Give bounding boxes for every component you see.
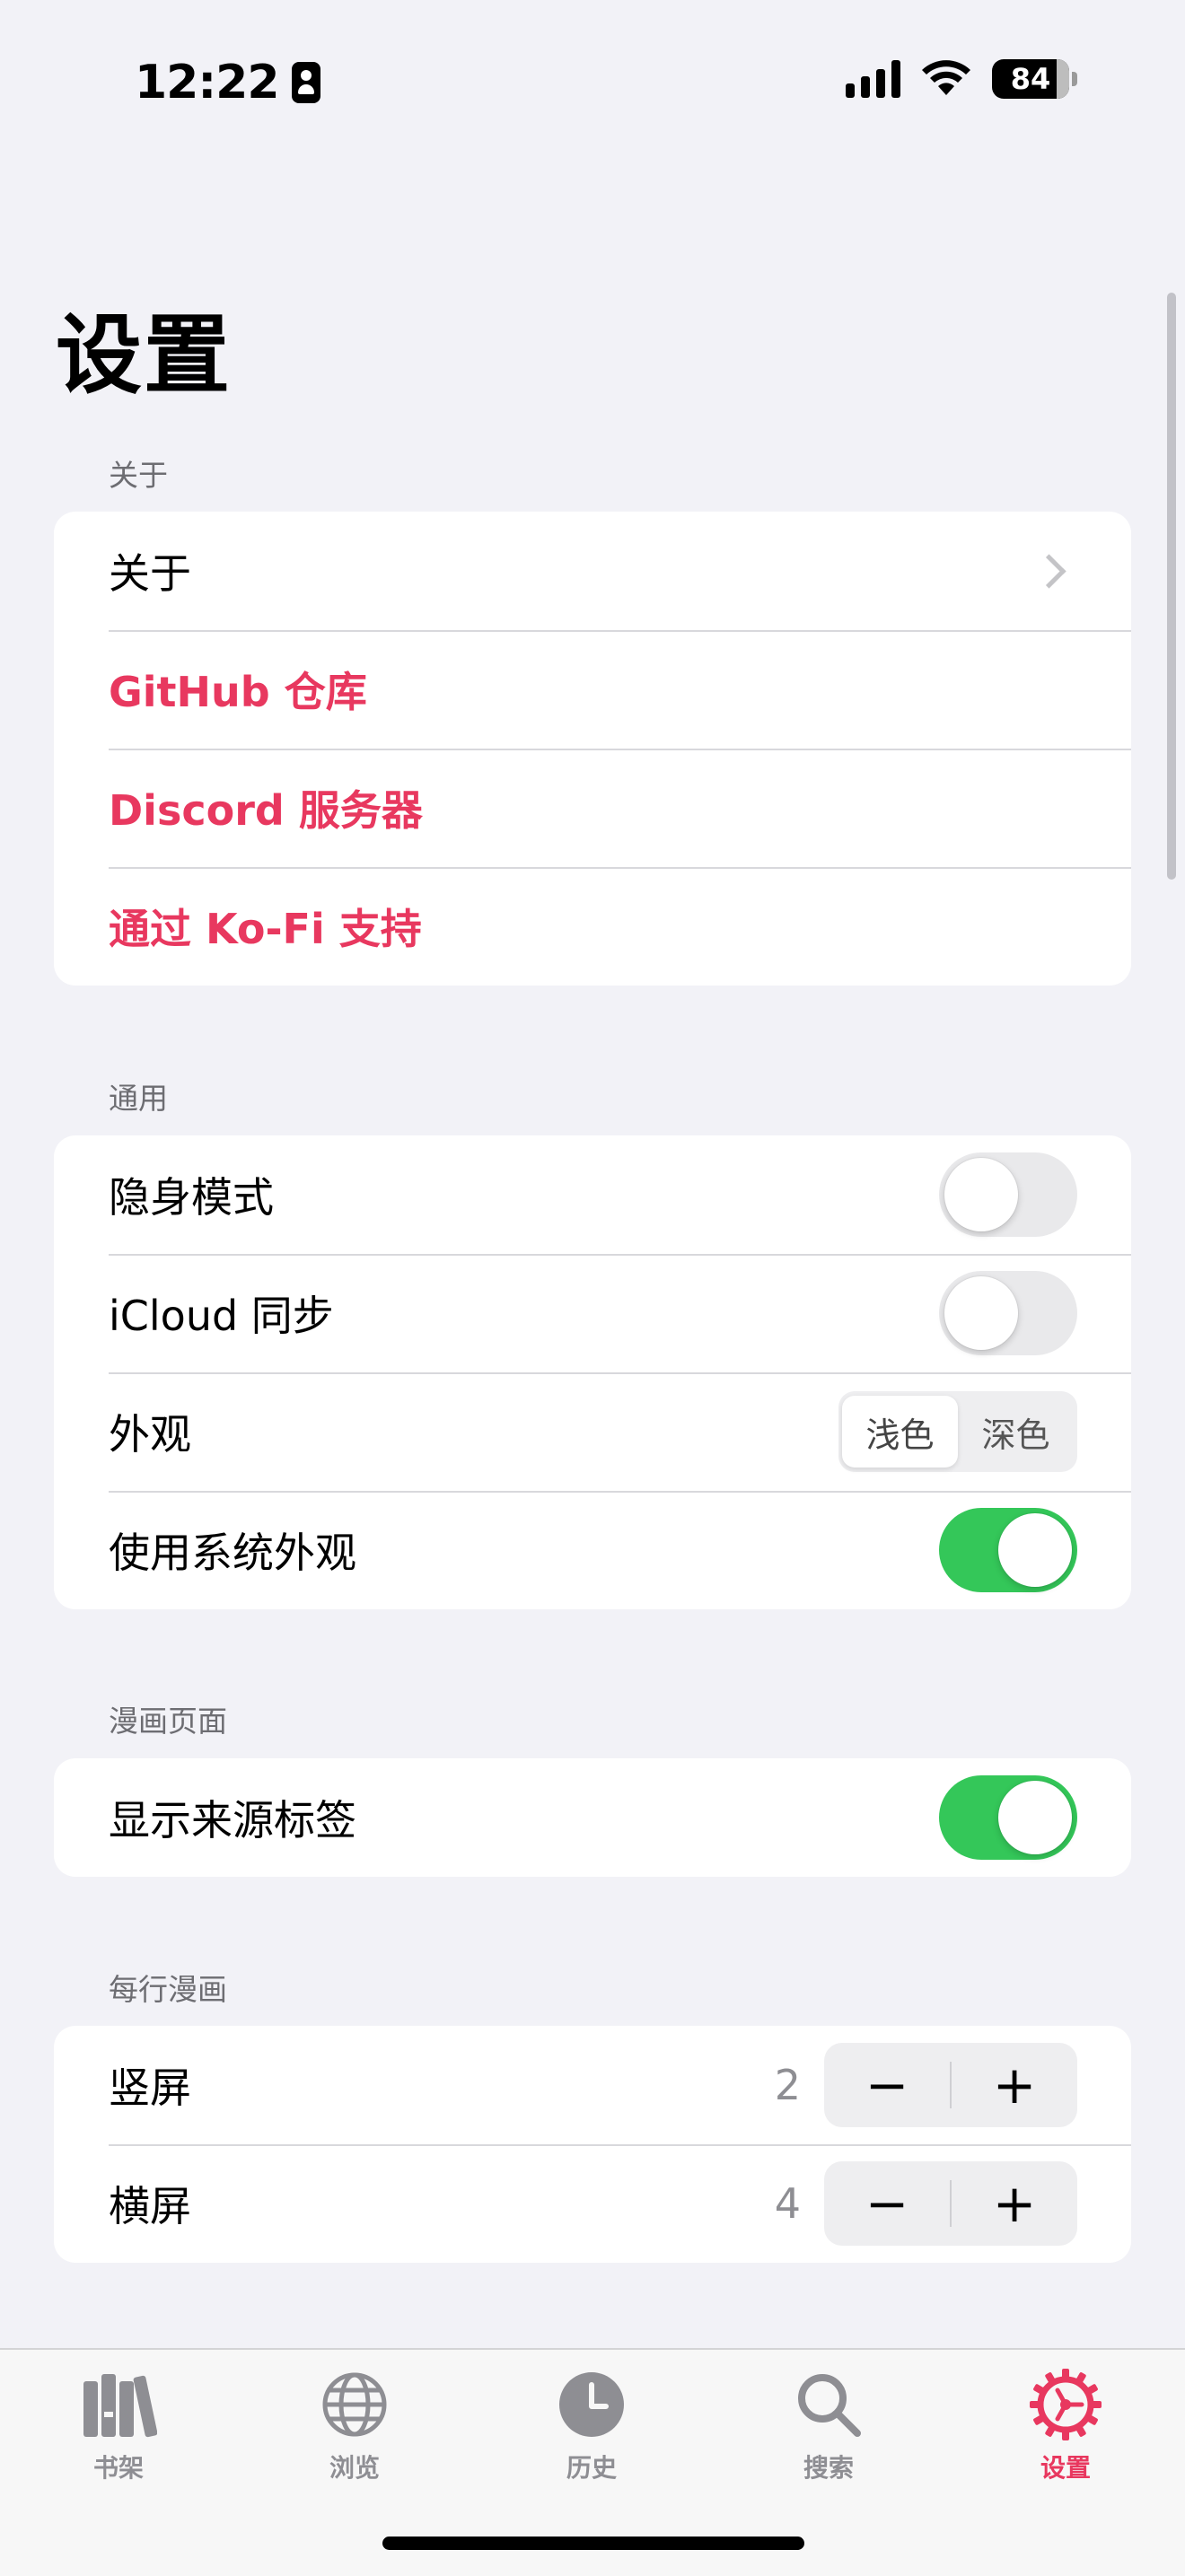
search-icon	[790, 2366, 867, 2443]
chevron-right-icon	[1031, 553, 1066, 589]
show-source-label-label: 显示来源标签	[109, 1796, 356, 1844]
portrait-value: 2	[774, 2061, 801, 2109]
clock-icon	[553, 2366, 630, 2443]
incognito-row: 隐身模式	[54, 1135, 1131, 1254]
tab-history[interactable]: 历史	[520, 2366, 663, 2484]
icloud-sync-label: iCloud 同步	[109, 1292, 334, 1340]
show-source-label-row: 显示来源标签	[54, 1758, 1131, 1877]
landscape-increment-button[interactable]: +	[952, 2161, 1077, 2246]
manga-page-group: 显示来源标签	[54, 1758, 1131, 1877]
show-source-label-toggle[interactable]	[939, 1775, 1077, 1860]
discord-server-label: Discord 服务器	[109, 786, 423, 835]
portrait-label: 竖屏	[109, 2063, 191, 2112]
library-icon	[80, 2366, 157, 2443]
scroll-indicator[interactable]	[1167, 293, 1176, 880]
general-group: 隐身模式 iCloud 同步 外观 浅色 深色 使用系统外观	[54, 1135, 1131, 1609]
tab-label-browse: 浏览	[329, 2453, 380, 2483]
battery-level: 84	[1010, 62, 1051, 96]
system-appearance-row: 使用系统外观	[54, 1491, 1131, 1609]
about-row[interactable]: 关于	[54, 512, 1131, 630]
page-title: 设置	[56, 305, 232, 406]
tab-browse[interactable]: 浏览	[283, 2366, 426, 2484]
gear-icon	[1027, 2366, 1104, 2443]
battery-icon: 84	[992, 59, 1077, 99]
appearance-row: 外观 浅色 深色	[54, 1372, 1131, 1491]
system-appearance-toggle[interactable]	[939, 1508, 1077, 1592]
globe-icon	[316, 2366, 393, 2443]
segment-dark[interactable]: 深色	[958, 1396, 1074, 1468]
landscape-stepper: − +	[824, 2161, 1077, 2246]
system-appearance-label: 使用系统外观	[109, 1529, 356, 1577]
cellular-signal-icon	[846, 60, 900, 98]
discord-server-link[interactable]: Discord 服务器	[54, 749, 1131, 867]
portrait-stepper: − +	[824, 2043, 1077, 2127]
landscape-decrement-button[interactable]: −	[824, 2161, 950, 2246]
section-header-general: 通用	[109, 1081, 168, 1116]
kofi-support-link[interactable]: 通过 Ko-Fi 支持	[54, 867, 1131, 986]
appearance-segmented-control: 浅色 深色	[838, 1391, 1077, 1472]
landscape-value: 4	[774, 2179, 801, 2228]
section-header-about: 关于	[109, 458, 168, 493]
tab-search[interactable]: 搜索	[757, 2366, 900, 2484]
icloud-sync-toggle[interactable]	[939, 1271, 1077, 1355]
about-label: 关于	[109, 549, 191, 598]
home-indicator[interactable]	[382, 2537, 804, 2550]
wifi-icon	[922, 60, 970, 95]
tab-label-library: 书架	[92, 2453, 144, 2483]
landscape-row: 横屏 4 − +	[54, 2144, 1131, 2263]
tab-library[interactable]: 书架	[47, 2366, 190, 2484]
tab-label-settings: 设置	[1040, 2453, 1091, 2483]
portrait-row: 竖屏 2 − +	[54, 2026, 1131, 2144]
segment-light[interactable]: 浅色	[842, 1396, 958, 1468]
section-header-per-row: 每行漫画	[109, 1972, 227, 2007]
status-time: 12:22	[135, 56, 280, 110]
about-group: 关于 GitHub 仓库 Discord 服务器 通过 Ko-Fi 支持	[54, 512, 1131, 986]
focus-mode-icon	[291, 62, 320, 103]
portrait-decrement-button[interactable]: −	[824, 2043, 950, 2127]
kofi-support-label: 通过 Ko-Fi 支持	[109, 905, 422, 953]
status-bar: 12:22 84	[0, 0, 1185, 171]
github-repo-link[interactable]: GitHub 仓库	[54, 630, 1131, 749]
incognito-toggle[interactable]	[939, 1152, 1077, 1237]
tab-settings[interactable]: 设置	[994, 2366, 1137, 2484]
per-row-group: 竖屏 2 − + 横屏 4 − +	[54, 2026, 1131, 2263]
appearance-label: 外观	[109, 1410, 191, 1459]
tab-label-search: 搜索	[803, 2453, 854, 2483]
status-time-group: 12:22	[135, 56, 320, 110]
landscape-label: 横屏	[109, 2182, 191, 2230]
icloud-sync-row: iCloud 同步	[54, 1254, 1131, 1372]
status-indicators: 84	[846, 59, 1077, 99]
section-header-manga-page: 漫画页面	[109, 1704, 227, 1739]
portrait-increment-button[interactable]: +	[952, 2043, 1077, 2127]
incognito-label: 隐身模式	[109, 1173, 274, 1222]
github-repo-label: GitHub 仓库	[109, 668, 367, 716]
tab-label-history: 历史	[566, 2453, 617, 2483]
